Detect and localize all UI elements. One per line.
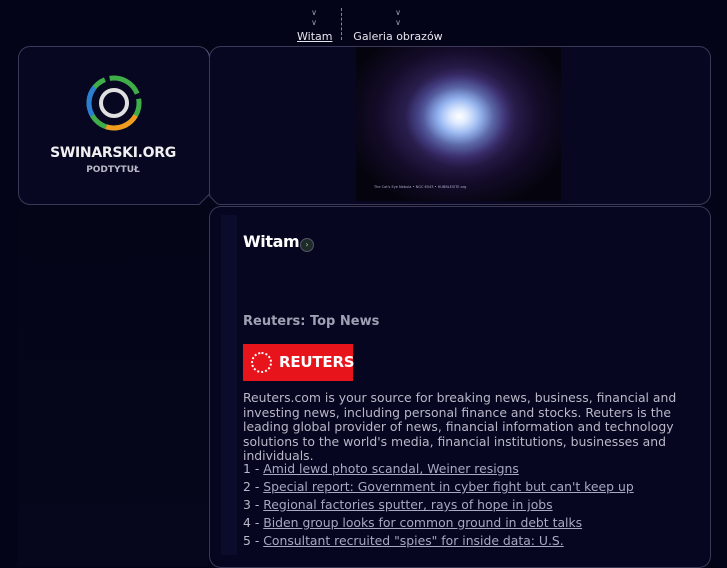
site-subtitle: PODTYTUŁ: [86, 165, 140, 175]
nav-item-label: Galeria obrazów: [353, 30, 443, 43]
nav-item-label: Witam: [297, 30, 333, 43]
sidebar: [18, 206, 208, 566]
news-number: 1 -: [243, 461, 264, 476]
nav-item-witam[interactable]: ∨ ∨ Witam: [297, 8, 333, 43]
feed-title: Reuters: Top News: [243, 314, 380, 329]
news-link[interactable]: Regional factories sputter, rays of hope…: [263, 497, 552, 512]
page-title: Witam: [243, 232, 300, 251]
image-caption: The Cat's Eye Nebula • NGC 6543 • HUBBLE…: [374, 185, 467, 189]
list-item: 5 - Consultant recruited "spies" for ins…: [243, 534, 689, 552]
site-logo-icon[interactable]: [84, 73, 144, 133]
double-chevron-down-icon: ∨ ∨: [311, 8, 317, 27]
news-number: 5 -: [243, 533, 264, 548]
list-item: 3 - Regional factories sputter, rays of …: [243, 498, 689, 516]
double-chevron-down-icon: ∨ ∨: [395, 8, 401, 27]
arrow-right-circle-icon[interactable]: ›: [300, 238, 314, 252]
site-name[interactable]: SWINARSKI.ORG: [18, 145, 208, 161]
news-number: 3 -: [243, 497, 264, 512]
list-item: 2 - Special report: Government in cyber …: [243, 480, 689, 498]
content-stripe: [221, 215, 237, 555]
reuters-dots-icon: [251, 352, 272, 373]
news-list: 1 - Amid lewd photo scandal, Weiner resi…: [243, 462, 689, 552]
feed-description: Reuters.com is your source for breaking …: [243, 390, 677, 464]
news-number: 2 -: [243, 479, 264, 494]
news-link[interactable]: Amid lewd photo scandal, Weiner resigns: [263, 461, 519, 476]
news-link[interactable]: Biden group looks for common ground in d…: [263, 515, 582, 530]
list-item: 1 - Amid lewd photo scandal, Weiner resi…: [243, 462, 689, 480]
top-navigation: ∨ ∨ Witam ∨ ∨ Galeria obrazów: [0, 0, 727, 43]
nav-item-gallery[interactable]: ∨ ∨ Galeria obrazów: [352, 8, 444, 43]
list-item: 4 - Biden group looks for common ground …: [243, 516, 689, 534]
news-number: 4 -: [243, 515, 264, 530]
news-link[interactable]: Consultant recruited "spies" for inside …: [263, 533, 563, 548]
nebula-glow: [406, 67, 516, 167]
header-image: The Cat's Eye Nebula • NGC 6543 • HUBBLE…: [356, 47, 561, 201]
nav-separator: [341, 8, 343, 40]
news-link[interactable]: Special report: Government in cyber figh…: [263, 479, 633, 494]
reuters-logo[interactable]: REUTERS: [243, 344, 355, 381]
reuters-logo-text: REUTERS: [279, 353, 355, 371]
